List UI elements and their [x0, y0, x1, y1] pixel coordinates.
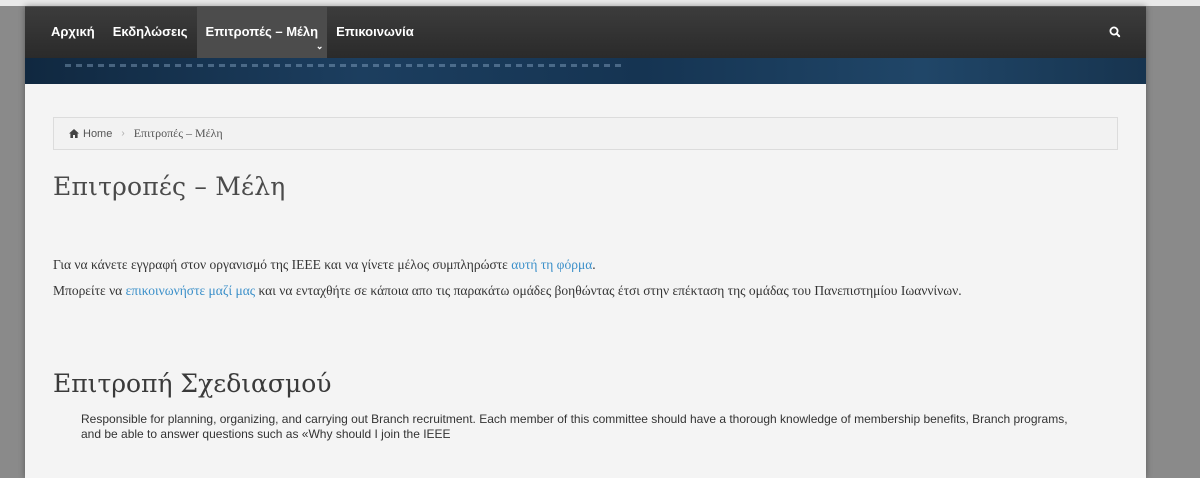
contact-us-link[interactable]: επικοινωνήστε μαζί μας [126, 283, 255, 298]
page-title: Επιτροπές – Μέλη [53, 172, 286, 201]
section-title: Επιτροπή Σχεδιασμού [53, 369, 332, 398]
registration-form-link[interactable]: αυτή τη φόρμα [511, 257, 592, 272]
nav-item-committees[interactable]: Επιτροπές – Μέλη ⌄ [196, 7, 328, 59]
registration-paragraph: Για να κάνετε εγγραφή στον οργανισμό της… [53, 257, 1123, 273]
section-body: Responsible for planning, organizing, an… [81, 412, 1068, 441]
contact-text-start: Μπορείτε να [53, 283, 126, 298]
nav-menu: Αρχική Εκδηλώσεις Επιτροπές – Μέλη ⌄ Επι… [42, 7, 423, 59]
breadcrumb: Home › Επιτροπές – Μέλη [53, 117, 1118, 150]
registration-end: . [592, 257, 596, 272]
nav-item-events[interactable]: Εκδηλώσεις [104, 7, 197, 59]
breadcrumb-separator: › [121, 128, 125, 139]
contact-text: και να ενταχθήτε σε κάποια απο τις παρακ… [255, 283, 962, 298]
nav-item-contact[interactable]: Επικοινωνία [327, 7, 423, 59]
home-icon [69, 129, 79, 138]
search-icon[interactable] [1107, 23, 1123, 41]
breadcrumb-current: Επιτροπές – Μέλη [133, 126, 223, 140]
page-frame: Αρχική Εκδηλώσεις Επιτροπές – Μέλη ⌄ Επι… [25, 6, 1146, 478]
nav-item-home[interactable]: Αρχική [42, 7, 104, 59]
breadcrumb-home-link[interactable]: Home [83, 128, 112, 140]
chevron-down-icon: ⌄ [315, 41, 324, 51]
registration-text: Για να κάνετε εγγραφή στον οργανισμό της… [53, 257, 512, 272]
nav-item-committees-label: Επιτροπές – Μέλη [205, 24, 319, 39]
header-banner [25, 58, 1146, 84]
main-navbar: Αρχική Εκδηλώσεις Επιτροπές – Μέλη ⌄ Επι… [25, 6, 1146, 59]
contact-paragraph: Μπορείτε να επικοινωνήστε μαζί μας και ν… [53, 283, 1123, 299]
